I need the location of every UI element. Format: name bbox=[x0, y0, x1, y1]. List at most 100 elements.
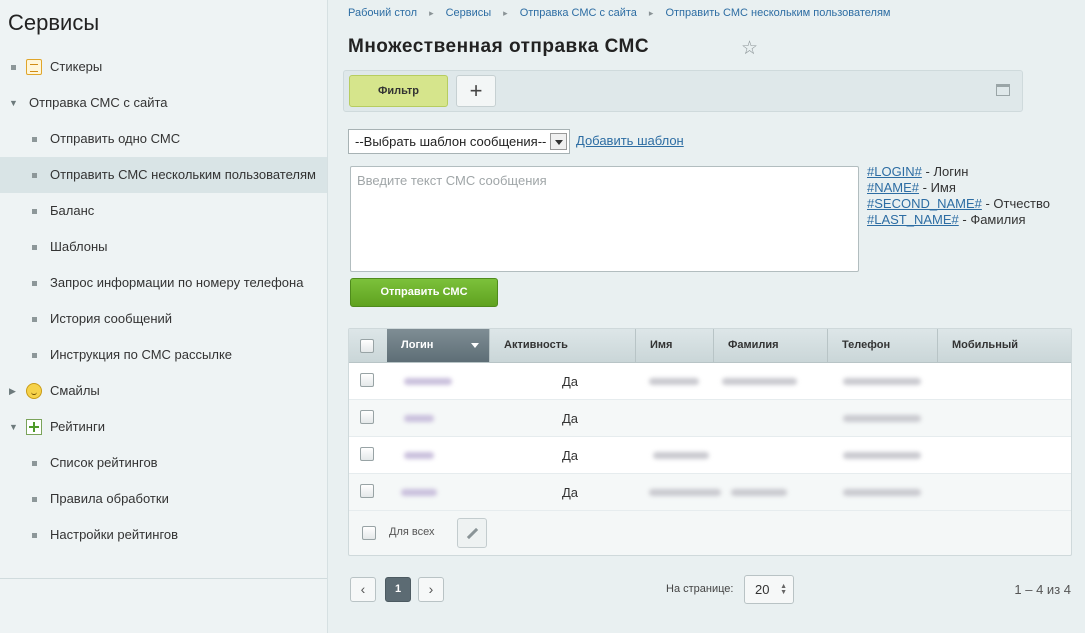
rating-icon bbox=[26, 419, 42, 435]
sidebar-item-label: Настройки рейтингов bbox=[50, 527, 179, 542]
main-content: Рабочий стол ▸ Сервисы ▸ Отправка СМС с сайт… bbox=[329, 0, 1085, 633]
column-header-mobile[interactable]: Мобильный bbox=[938, 329, 1071, 362]
expand-down-icon[interactable]: ▼ bbox=[9, 85, 18, 121]
sidebar-item-label: Отправка СМС с сайта bbox=[29, 95, 168, 110]
bullet-marker bbox=[32, 497, 37, 502]
users-grid: Логин Активность Имя Фамилия Телефон Моб… bbox=[348, 328, 1072, 556]
sidebar-item-balance[interactable]: Баланс bbox=[0, 193, 327, 229]
table-row[interactable]: Да bbox=[349, 400, 1071, 437]
login-cell-redacted bbox=[401, 489, 437, 496]
expand-down-icon[interactable]: ▼ bbox=[9, 409, 18, 445]
sidebar-item-phone-lookup[interactable]: Запрос информации по номеру телефона bbox=[0, 265, 327, 301]
breadcrumb-separator-icon: ▸ bbox=[503, 8, 508, 18]
pager-page-current[interactable]: 1 bbox=[385, 577, 411, 602]
sidebar-item-label: Баланс bbox=[50, 203, 95, 218]
sidebar-item-processing-rules[interactable]: Правила обработки bbox=[0, 481, 327, 517]
macro-login-link[interactable]: #LOGIN# bbox=[867, 164, 922, 179]
row-checkbox[interactable] bbox=[360, 410, 374, 424]
edit-pencil-icon[interactable] bbox=[457, 518, 487, 548]
add-template-link[interactable]: Добавить шаблон bbox=[576, 133, 684, 148]
pager-prev-button[interactable]: ‹ bbox=[350, 577, 376, 602]
apply-to-all-checkbox[interactable] bbox=[362, 526, 376, 540]
breadcrumb-sms-sending[interactable]: Отправка СМС с сайта bbox=[520, 7, 637, 19]
send-sms-button[interactable]: Отправить СМС bbox=[350, 278, 498, 307]
bullet-marker bbox=[32, 317, 37, 322]
column-header-last-name[interactable]: Фамилия bbox=[714, 329, 828, 362]
sidebar-item-rating-settings[interactable]: Настройки рейтингов bbox=[0, 517, 327, 553]
macro-item: #LOGIN# - Логин bbox=[867, 164, 969, 179]
apply-to-all-label: Для всех bbox=[389, 526, 435, 538]
column-header-login[interactable]: Логин bbox=[387, 329, 490, 362]
column-header-activity[interactable]: Активность bbox=[490, 329, 636, 362]
bullet-marker bbox=[32, 281, 37, 286]
per-page-select[interactable]: 20 ▲ ▼ bbox=[744, 575, 794, 604]
sidebar-item-message-history[interactable]: История сообщений bbox=[0, 301, 327, 337]
bullet-marker bbox=[32, 137, 37, 142]
sidebar-item-templates[interactable]: Шаблоны bbox=[0, 229, 327, 265]
template-select-value: --Выбрать шаблон сообщения-- bbox=[355, 134, 547, 149]
table-row[interactable]: Да bbox=[349, 474, 1071, 511]
sidebar-item-label: Отправить одно СМС bbox=[50, 131, 181, 146]
sidebar-item-label: Отправить СМС нескольким пользователям bbox=[50, 167, 316, 182]
sticker-icon bbox=[26, 59, 42, 75]
row-checkbox[interactable] bbox=[360, 447, 374, 461]
bullet-marker bbox=[32, 461, 37, 466]
activity-cell: Да bbox=[562, 485, 579, 500]
breadcrumb-separator-icon: ▸ bbox=[648, 8, 654, 18]
login-cell-redacted bbox=[404, 415, 434, 422]
table-row[interactable]: Да bbox=[349, 437, 1071, 474]
sidebar-item-label: Запрос информации по номеру телефона bbox=[50, 275, 304, 290]
sidebar-item-send-one-sms[interactable]: Отправить одно СМС bbox=[0, 121, 327, 157]
template-select[interactable]: --Выбрать шаблон сообщения-- bbox=[348, 129, 570, 154]
pager-next-button[interactable]: › bbox=[418, 577, 444, 602]
filter-button[interactable]: Фильтр bbox=[349, 75, 448, 107]
breadcrumb-separator-icon: ▸ bbox=[429, 8, 434, 18]
macro-name-link[interactable]: #NAME# bbox=[867, 180, 919, 195]
sidebar-menu: Стикеры ▼ Отправка СМС с сайта Отправить… bbox=[0, 49, 327, 553]
name-cell-redacted bbox=[649, 378, 699, 385]
sidebar-item-ratings[interactable]: ▼ Рейтинги bbox=[0, 409, 327, 445]
expand-right-icon[interactable]: ▶ bbox=[9, 373, 16, 409]
sort-desc-icon bbox=[471, 343, 479, 348]
sidebar-item-stickers[interactable]: Стикеры bbox=[0, 49, 327, 85]
macro-item: #NAME# - Имя bbox=[867, 180, 956, 195]
sidebar-item-send-multiple-sms[interactable]: Отправить СМС нескольким пользователям bbox=[0, 157, 327, 193]
macro-last-name-link[interactable]: #LAST_NAME# bbox=[867, 212, 959, 227]
breadcrumb-current[interactable]: Отправить СМС нескольким пользователям bbox=[665, 7, 890, 19]
bullet-marker bbox=[32, 353, 37, 358]
sidebar-item-label: Список рейтингов bbox=[50, 455, 158, 470]
sidebar-item-label: Правила обработки bbox=[50, 491, 169, 506]
macro-item: #SECOND_NAME# - Отчество bbox=[867, 196, 1050, 211]
name-cell-redacted bbox=[653, 452, 709, 459]
column-header-phone[interactable]: Телефон bbox=[828, 329, 938, 362]
collapse-panel-icon[interactable] bbox=[996, 84, 1010, 96]
select-all-checkbox[interactable] bbox=[360, 339, 374, 353]
sidebar-item-sms-sending[interactable]: ▼ Отправка СМС с сайта bbox=[0, 85, 327, 121]
row-checkbox[interactable] bbox=[360, 373, 374, 387]
login-cell-redacted bbox=[404, 378, 452, 385]
sidebar-item-smileys[interactable]: ▶ Смайлы bbox=[0, 373, 327, 409]
table-row[interactable]: Да bbox=[349, 363, 1071, 400]
dropdown-arrow-icon[interactable] bbox=[550, 133, 567, 150]
pager-total: 1 – 4 из 4 bbox=[1014, 582, 1071, 597]
sidebar-item-rating-list[interactable]: Список рейтингов bbox=[0, 445, 327, 481]
add-filter-button[interactable]: + bbox=[456, 75, 496, 107]
sidebar-title: Сервисы bbox=[8, 10, 100, 35]
bullet-marker bbox=[32, 209, 37, 214]
phone-cell-redacted bbox=[843, 415, 921, 422]
row-checkbox[interactable] bbox=[360, 484, 374, 498]
sidebar-item-sms-instructions[interactable]: Инструкция по СМС рассылке bbox=[0, 337, 327, 373]
sms-message-input[interactable] bbox=[350, 166, 859, 272]
column-header-name[interactable]: Имя bbox=[636, 329, 714, 362]
smile-icon bbox=[26, 383, 42, 399]
macro-second-name-link[interactable]: #SECOND_NAME# bbox=[867, 196, 982, 211]
macros-list: #LOGIN# - Логин #NAME# - Имя #SECOND_NAM… bbox=[867, 164, 1050, 228]
up-down-arrows-icon: ▲ ▼ bbox=[780, 583, 787, 596]
breadcrumb-services[interactable]: Сервисы bbox=[446, 7, 492, 19]
breadcrumb-desktop[interactable]: Рабочий стол bbox=[348, 7, 417, 19]
grid-footer: Для всех bbox=[349, 513, 1071, 556]
sidebar: Сервисы Стикеры ▼ Отправка СМС с сайта О… bbox=[0, 0, 328, 633]
sidebar-item-label: История сообщений bbox=[50, 311, 173, 326]
activity-cell: Да bbox=[562, 448, 579, 463]
favorite-star-icon[interactable]: ☆ bbox=[741, 37, 758, 60]
